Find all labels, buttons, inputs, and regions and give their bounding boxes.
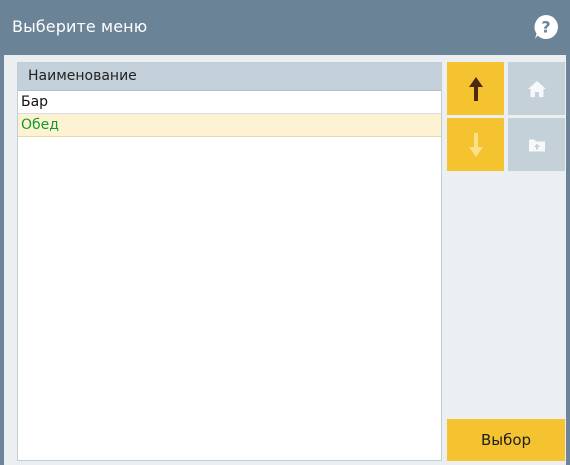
menu-list: Наименование Бар Обед: [17, 62, 442, 461]
folder-up-icon: [528, 139, 545, 151]
move-up-button[interactable]: [447, 62, 504, 115]
parent-folder-button[interactable]: [508, 118, 565, 171]
list-item-label: Бар: [21, 94, 49, 110]
move-down-button[interactable]: [447, 118, 504, 171]
list-item[interactable]: Бар: [18, 91, 441, 114]
home-button[interactable]: [508, 62, 565, 115]
list-item-label: Обед: [21, 117, 59, 133]
home-icon: [527, 80, 546, 97]
dialog-title: Выберите меню: [12, 17, 148, 36]
column-header-name: Наименование: [28, 68, 137, 84]
list-item-selected[interactable]: Обед: [18, 114, 441, 137]
svg-text:?: ?: [541, 18, 550, 37]
help-icon[interactable]: ?: [532, 13, 560, 41]
list-header: Наименование: [18, 63, 441, 91]
select-button[interactable]: Выбор: [447, 419, 565, 461]
arrow-up-icon: [468, 76, 483, 101]
dialog-titlebar: Выберите меню ?: [0, 0, 570, 55]
arrow-down-icon: [468, 132, 483, 157]
